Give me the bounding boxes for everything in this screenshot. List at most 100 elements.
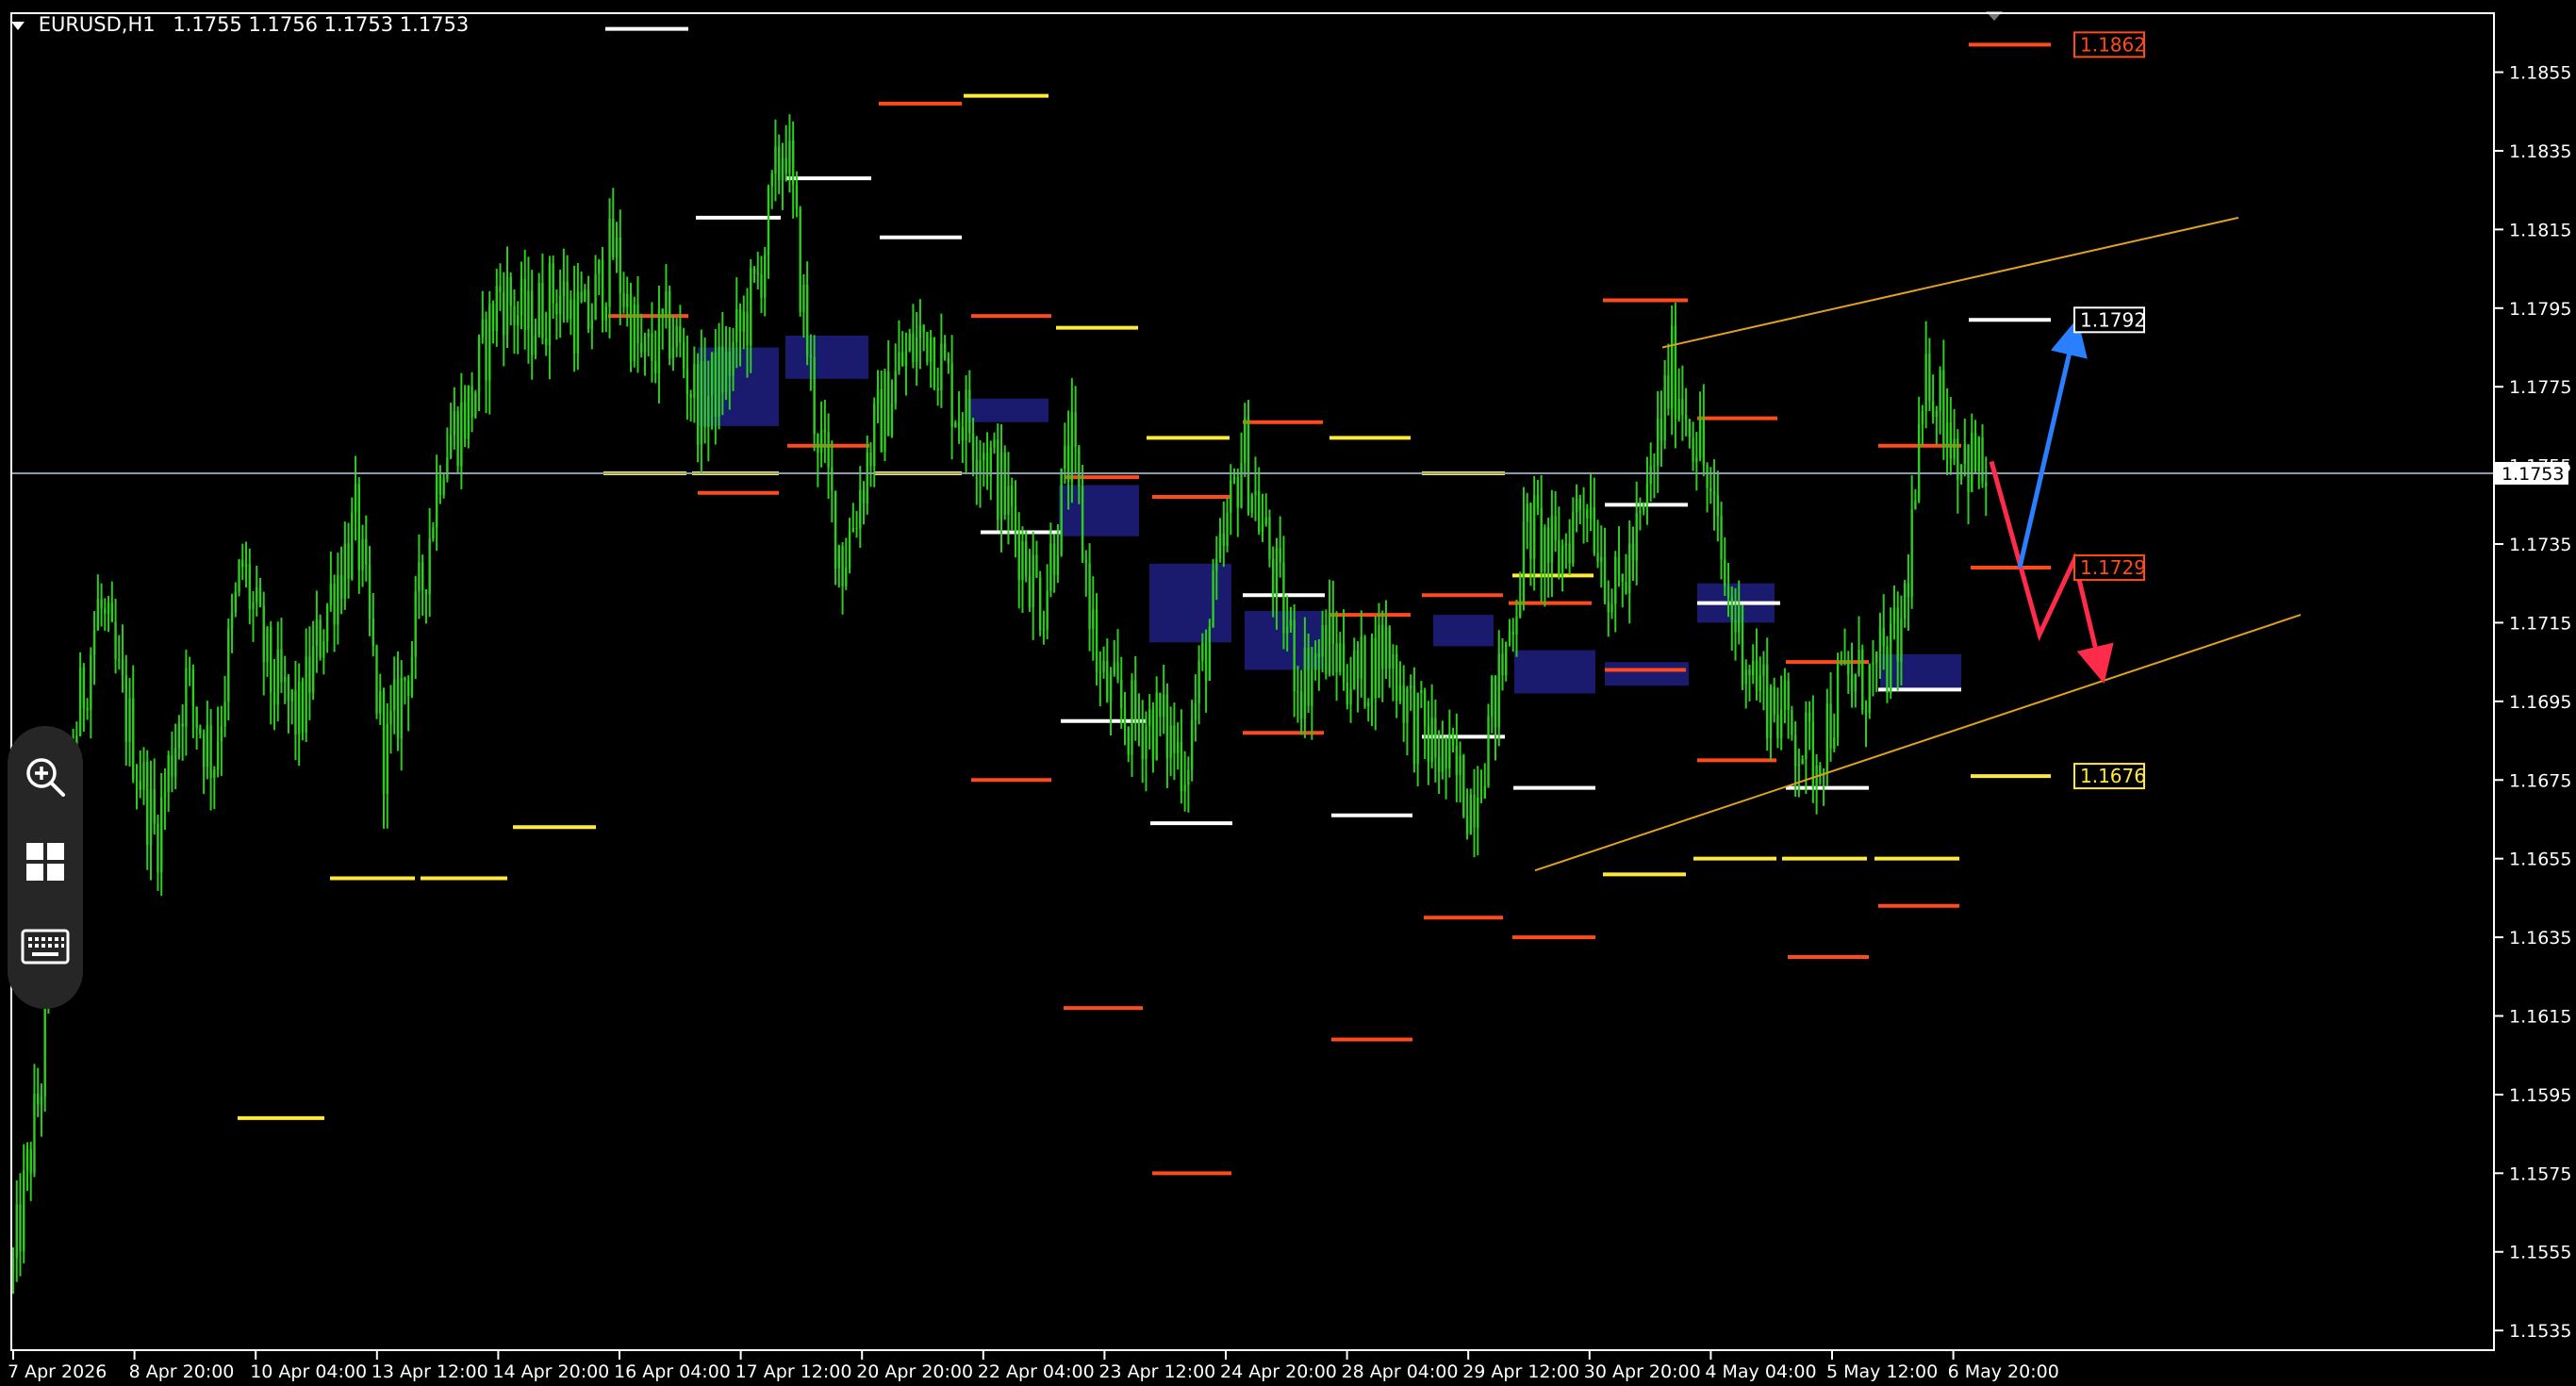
candle-body (280, 649, 283, 683)
candle-body (1003, 452, 1006, 515)
candle-body (866, 453, 868, 504)
x-tick-label: 10 Apr 04:00 (250, 1361, 367, 1382)
candle-body (495, 286, 498, 331)
candle-body (983, 453, 985, 461)
candle-body (1572, 511, 1575, 564)
candle-body (537, 282, 540, 336)
candle-body (1448, 733, 1451, 769)
candle-body (1131, 680, 1133, 755)
candle-body (1607, 602, 1610, 613)
zoom-in-icon[interactable] (21, 752, 70, 801)
candle-body (19, 1204, 22, 1252)
candle-body (1141, 722, 1144, 759)
candle-body (950, 363, 953, 427)
candle-body (252, 602, 255, 609)
candle-body (1378, 624, 1380, 699)
candle-body (1861, 649, 1864, 711)
candle-body (527, 290, 530, 330)
candle-body (1692, 437, 1694, 462)
candle-body (432, 527, 435, 539)
candle-body (640, 343, 643, 353)
candle-body (721, 346, 724, 393)
candle-body (1120, 679, 1123, 709)
candle-body (1914, 501, 1917, 509)
x-tick-label: 20 Apr 20:00 (856, 1361, 973, 1382)
candle-body (1469, 794, 1472, 834)
candle-body (503, 291, 505, 336)
candle-body (1921, 411, 1924, 425)
x-tick-label: 24 Apr 20:00 (1220, 1361, 1337, 1382)
candle-body (40, 1096, 43, 1105)
candle-body (1169, 725, 1172, 758)
candle-body (975, 459, 978, 473)
windows-icon[interactable] (21, 837, 70, 886)
candle-body (1698, 419, 1702, 457)
candle-body (1222, 533, 1225, 547)
candle-body (1406, 688, 1409, 723)
candle-body (1688, 419, 1692, 437)
candle-body (1628, 543, 1631, 594)
price-chart[interactable]: 1.1862 1.1792 1.1729 1.1676 1.1855 1.1835 1.1… (0, 0, 2576, 1386)
candle-body (1787, 680, 1790, 710)
candle-body (961, 427, 965, 441)
candle-body (1560, 545, 1564, 576)
candle-body (993, 439, 996, 448)
candle-body (505, 277, 509, 336)
candle-body (1759, 675, 1761, 691)
candle-body (185, 668, 188, 727)
candle-body (1176, 741, 1180, 753)
candle-body (1858, 649, 1860, 674)
price-annotation-label: 1.1729 (2080, 556, 2146, 579)
candle-body (1752, 660, 1755, 676)
candle-body (1296, 691, 1299, 693)
candle-body (1035, 554, 1038, 578)
candle-body (1791, 709, 1793, 735)
candle-body (1459, 755, 1461, 775)
candle-body (1183, 784, 1186, 792)
candle-body (365, 538, 368, 565)
candle-body (767, 186, 770, 255)
candle-body (1434, 718, 1437, 758)
candle-body (1896, 607, 1899, 662)
candle-body (1702, 419, 1706, 465)
candle-body (1643, 503, 1645, 511)
candle-body (679, 325, 682, 343)
candle-body (272, 692, 276, 705)
candle-body (1900, 619, 1903, 662)
candle-body (1081, 486, 1084, 560)
candle-body (1734, 619, 1737, 633)
candle-body (770, 173, 773, 187)
candle-body (23, 1170, 25, 1252)
candle-body (1544, 527, 1546, 572)
candle-body (1762, 664, 1765, 676)
keyboard-icon[interactable] (21, 922, 70, 971)
candle-body (989, 447, 992, 477)
candle-body (1483, 785, 1486, 799)
candle-body (622, 292, 625, 307)
chevron-down-icon[interactable] (11, 21, 25, 30)
candle-body (202, 734, 206, 767)
candle-body (756, 272, 759, 275)
candle-body (491, 304, 495, 331)
candle-body (1465, 816, 1469, 834)
candle-body (481, 319, 484, 338)
candle-body (1726, 586, 1730, 597)
candle-body (1593, 506, 1595, 553)
candle-body (1639, 510, 1642, 514)
candle-body (1180, 741, 1183, 792)
chart-window[interactable]: 1.1862 1.1792 1.1729 1.1676 1.1855 1.1835 1.1… (0, 0, 2576, 1386)
candle-body (1575, 498, 1578, 512)
candle-body (1095, 609, 1098, 672)
candle-body (1515, 617, 1518, 635)
candle-body (965, 389, 967, 441)
candle-body (1744, 669, 1747, 685)
candle-body (1801, 759, 1804, 765)
candle-body (1349, 688, 1352, 705)
candle-body (1928, 354, 1931, 402)
candle-body (1878, 627, 1882, 652)
candle-body (389, 710, 392, 725)
candle-body (1766, 664, 1769, 738)
candle-body (96, 599, 100, 631)
candle-body (714, 352, 718, 418)
candle-body (1367, 701, 1370, 707)
